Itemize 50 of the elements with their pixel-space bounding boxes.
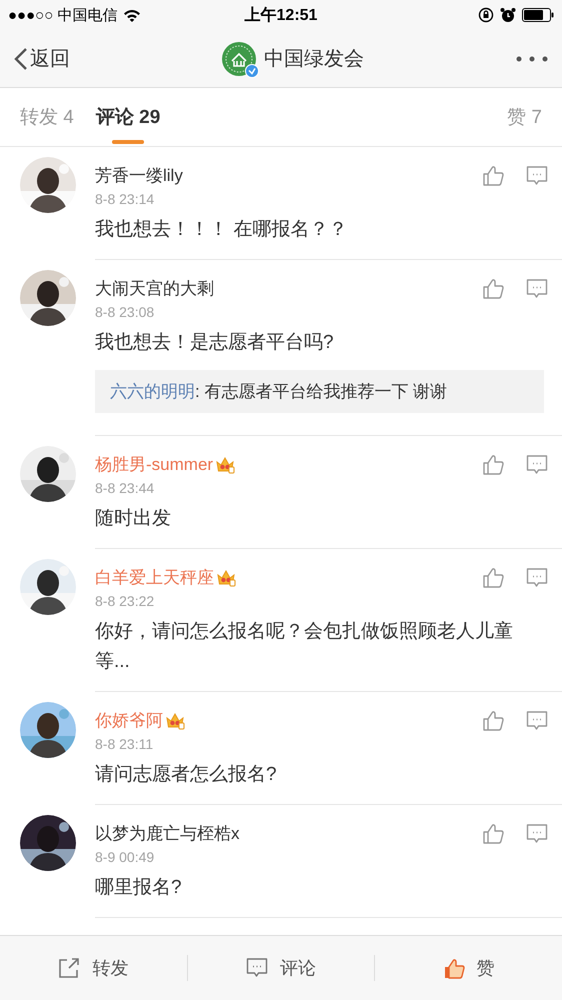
comment-icon[interactable] bbox=[526, 165, 548, 185]
rotation-lock-icon bbox=[478, 7, 494, 23]
comment-icon[interactable] bbox=[526, 823, 548, 843]
timestamp: 8-8 23:22 bbox=[95, 593, 156, 609]
comment-text: 哪里报名? bbox=[95, 876, 183, 900]
crown-icon bbox=[216, 454, 236, 474]
comment-icon[interactable] bbox=[526, 567, 548, 587]
thumbs-up-icon[interactable] bbox=[482, 709, 504, 731]
wifi-icon bbox=[123, 8, 142, 22]
comment-button[interactable]: 评论 bbox=[188, 936, 374, 1000]
logo-icon bbox=[222, 42, 256, 76]
thumbs-up-icon[interactable] bbox=[482, 566, 504, 588]
reply-author-link[interactable]: 六六的明明 bbox=[110, 382, 195, 401]
back-button[interactable]: 返回 bbox=[14, 45, 70, 72]
thumbs-up-icon[interactable] bbox=[482, 453, 504, 475]
comment-text: 随时出发 bbox=[95, 507, 172, 531]
share-icon bbox=[58, 957, 80, 979]
page-title: 中国绿发会 bbox=[264, 47, 364, 72]
alarm-icon bbox=[500, 7, 516, 23]
timestamp: 8-8 23:44 bbox=[95, 480, 156, 496]
comment-icon bbox=[246, 957, 268, 979]
author-name[interactable]: 大闹天宫的大剩 bbox=[95, 276, 214, 300]
back-chevron-icon bbox=[14, 46, 28, 70]
timestamp: 8-8 23:14 bbox=[95, 191, 156, 207]
comment-icon[interactable] bbox=[526, 454, 548, 474]
reply-text: 六六的明明: 有志愿者平台给我推荐一下 谢谢 bbox=[95, 370, 544, 413]
carrier-text: ●●●○○ 中国电信 bbox=[8, 6, 118, 24]
comment-icon[interactable] bbox=[526, 710, 548, 730]
thumbs-up-icon[interactable] bbox=[482, 164, 504, 186]
tab[interactable]: 评论 29 bbox=[96, 88, 160, 146]
comment-text: 你好，请问怎么报名呢？会包扎做饭照顾老人儿童等... bbox=[95, 620, 514, 674]
crown-icon bbox=[166, 710, 185, 730]
thumbs-up-icon bbox=[442, 957, 465, 979]
author-name[interactable]: 芳香一缕lily bbox=[95, 164, 183, 186]
timestamp: 8-8 23:11 bbox=[95, 736, 154, 752]
like-button[interactable]: 赞 bbox=[375, 936, 562, 1000]
repost-button[interactable]: 转发 bbox=[0, 936, 187, 1000]
comment-text: 我也想去！！！ 在哪报名？？ bbox=[95, 218, 348, 242]
comment-icon[interactable] bbox=[526, 278, 548, 298]
thumbs-up-icon[interactable] bbox=[482, 822, 504, 844]
clock-text: 上午12:51 bbox=[244, 6, 318, 26]
more-icon[interactable] bbox=[516, 56, 548, 62]
thumbs-up-icon[interactable] bbox=[482, 277, 504, 299]
comment-text: 我也想去！是志愿者平台吗? bbox=[95, 331, 335, 355]
comment-text: 请问志愿者怎么报名? bbox=[95, 763, 278, 787]
battery-icon bbox=[522, 8, 554, 22]
crown-icon bbox=[217, 568, 236, 586]
timestamp: 8-8 23:08 bbox=[95, 304, 156, 320]
timestamp: 8-9 00:49 bbox=[95, 849, 156, 865]
author-name[interactable]: 以梦为鹿亡与桎梏x bbox=[95, 822, 240, 844]
